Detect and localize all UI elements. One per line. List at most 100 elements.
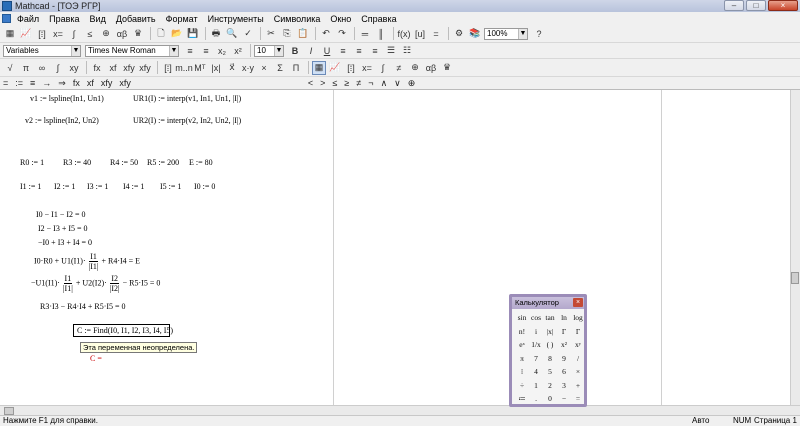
minimize-button[interactable]: – (724, 0, 744, 11)
horizontal-scroll-thumb[interactable] (4, 407, 14, 415)
symbolic-toolbar-icon[interactable]: ♛ (131, 27, 145, 41)
op-define[interactable]: := (15, 78, 23, 88)
cut-icon[interactable]: ✂ (264, 27, 278, 41)
op-implies[interactable]: ⇒ (58, 78, 66, 89)
math-region[interactable]: I4 := 1 (123, 182, 144, 191)
menu-tools[interactable]: Инструменты (208, 14, 264, 24)
menu-view[interactable]: Вид (90, 14, 106, 24)
calc-key[interactable]: 3 (557, 379, 571, 393)
math-region[interactable]: I2 := 1 (54, 182, 75, 191)
numbering-icon[interactable]: ☷ (400, 44, 414, 58)
math-region[interactable]: R4 := 50 (110, 158, 138, 167)
menu-edit[interactable]: Правка (49, 14, 79, 24)
math-region[interactable]: I5 := 1 (160, 182, 181, 191)
math-region[interactable]: UR2(I) := interp(v2, In2, Un2, |I|) (133, 116, 241, 125)
op-less-equal[interactable]: ≤ (332, 78, 337, 88)
xy-icon[interactable]: xy (67, 61, 81, 75)
op-greater-equal[interactable]: ≥ (344, 78, 349, 88)
resources-icon[interactable]: 📚 (468, 27, 482, 41)
math-region[interactable]: v1 := lspline(In1, Un1) (30, 94, 104, 103)
help-icon[interactable]: ? (532, 27, 546, 41)
calc-key[interactable]: 6 (557, 365, 571, 379)
menu-window[interactable]: Окно (330, 14, 351, 24)
menu-format[interactable]: Формат (166, 14, 198, 24)
determinant-icon[interactable]: |x| (209, 61, 223, 75)
calc-key[interactable]: ÷ (515, 379, 529, 393)
equation-6[interactable]: R3·I3 − R4·I4 + R5·I5 = 0 (40, 302, 126, 311)
align-center-text-icon[interactable]: ≡ (352, 44, 366, 58)
op-greater[interactable]: > (320, 78, 325, 88)
math-region[interactable]: R5 := 200 (147, 158, 179, 167)
calculus-toolbar-icon[interactable]: ∫ (67, 27, 81, 41)
math-region[interactable]: I3 := 1 (87, 182, 108, 191)
calc-key[interactable]: + (571, 379, 585, 393)
print-icon[interactable]: 🖶 (209, 27, 223, 41)
menu-insert[interactable]: Добавить (116, 14, 156, 24)
calculator-title-bar[interactable]: Калькулятор × (512, 297, 584, 309)
calc-key[interactable]: ln (557, 311, 571, 325)
italic-button[interactable]: I (304, 44, 318, 58)
calc-key[interactable]: xʸ (571, 338, 585, 352)
calc-key[interactable]: π (515, 352, 529, 366)
equation-1[interactable]: I0 − I1 − I2 = 0 (36, 210, 86, 219)
xfy-infix-icon[interactable]: xfy (138, 61, 152, 75)
calc-key[interactable]: eˣ (515, 338, 529, 352)
palette-eval-icon[interactable]: x= (360, 61, 374, 75)
font-size-select[interactable]: 10 ▼ (254, 44, 284, 57)
calc-key[interactable]: ( ) (543, 338, 557, 352)
calc-key[interactable]: 0 (543, 392, 557, 406)
cross-product-icon[interactable]: × (257, 61, 271, 75)
vertical-scrollbar[interactable] (790, 90, 800, 408)
mathcad-app-icon[interactable] (2, 1, 12, 11)
equation-5[interactable]: −U1(I1)· I1 |I1| + U2(I2)· I2 |I2| − R5·… (31, 274, 160, 293)
underline-button[interactable]: U (320, 44, 334, 58)
new-file-icon[interactable]: 🗋 (154, 27, 168, 41)
calc-key[interactable]: . (529, 392, 543, 406)
op-xf[interactable]: xf (87, 78, 94, 88)
calc-key[interactable]: 9 (557, 352, 571, 366)
subscript-icon[interactable]: x₂ (215, 44, 229, 58)
palette-symbolic-icon[interactable]: ♛ (440, 61, 454, 75)
palette-graph-icon[interactable]: 📈 (328, 61, 342, 75)
menu-symbolics[interactable]: Символика (274, 14, 321, 24)
integral-icon[interactable]: ∫ (51, 61, 65, 75)
align-left-icon[interactable]: ≡ (183, 44, 197, 58)
calc-key[interactable]: 1 (529, 379, 543, 393)
menu-file[interactable]: Файл (17, 14, 39, 24)
programming-toolbar-icon[interactable]: ⊕ (99, 27, 113, 41)
print-preview-icon[interactable]: 🔍 (225, 27, 239, 41)
superscript-icon[interactable]: x² (231, 44, 245, 58)
insert-component-icon[interactable]: ⚙ (452, 27, 466, 41)
align-left-text-icon[interactable]: ≡ (336, 44, 350, 58)
calc-key[interactable]: cos (529, 311, 543, 325)
style-select[interactable]: Variables ▼ (3, 44, 81, 57)
pi-icon[interactable]: π (19, 61, 33, 75)
product-icon[interactable]: Π (289, 61, 303, 75)
align-across-icon[interactable]: ═ (358, 27, 372, 41)
op-fx[interactable]: fx (73, 78, 80, 88)
math-region[interactable]: R3 := 40 (63, 158, 91, 167)
op-global-define[interactable]: ≡ (30, 78, 35, 88)
paste-icon[interactable]: 📋 (296, 27, 310, 41)
font-select[interactable]: Times New Roman ▼ (85, 44, 179, 57)
evaluation-toolbar-icon[interactable]: x= (51, 27, 65, 41)
spellcheck-icon[interactable]: ✓ (241, 27, 255, 41)
sqrt-icon[interactable]: √ (3, 61, 17, 75)
calc-key[interactable]: ⁞ (515, 365, 529, 379)
palette-boolean-icon[interactable]: ≠ (392, 61, 406, 75)
bullets-icon[interactable]: ☰ (384, 44, 398, 58)
xfy-icon[interactable]: xfy (122, 61, 136, 75)
math-region[interactable]: I0 := 0 (194, 182, 215, 191)
palette-matrix-icon[interactable]: [⁞] (344, 61, 358, 75)
op-or[interactable]: ∨ (394, 78, 401, 89)
close-button[interactable]: × (768, 0, 798, 11)
insert-function-icon[interactable]: f(x) (397, 27, 411, 41)
calc-key[interactable]: 8 (543, 352, 557, 366)
calc-key[interactable]: − (557, 392, 571, 406)
calc-key[interactable]: ≔ (515, 392, 529, 406)
boolean-toolbar-icon[interactable]: ≤ (83, 27, 97, 41)
palette-programming-icon[interactable]: ⊕ (408, 61, 422, 75)
infinity-icon[interactable]: ∞ (35, 61, 49, 75)
align-center-icon[interactable]: ≡ (199, 44, 213, 58)
matrix-toolbar-icon[interactable]: [⁞] (35, 27, 49, 41)
